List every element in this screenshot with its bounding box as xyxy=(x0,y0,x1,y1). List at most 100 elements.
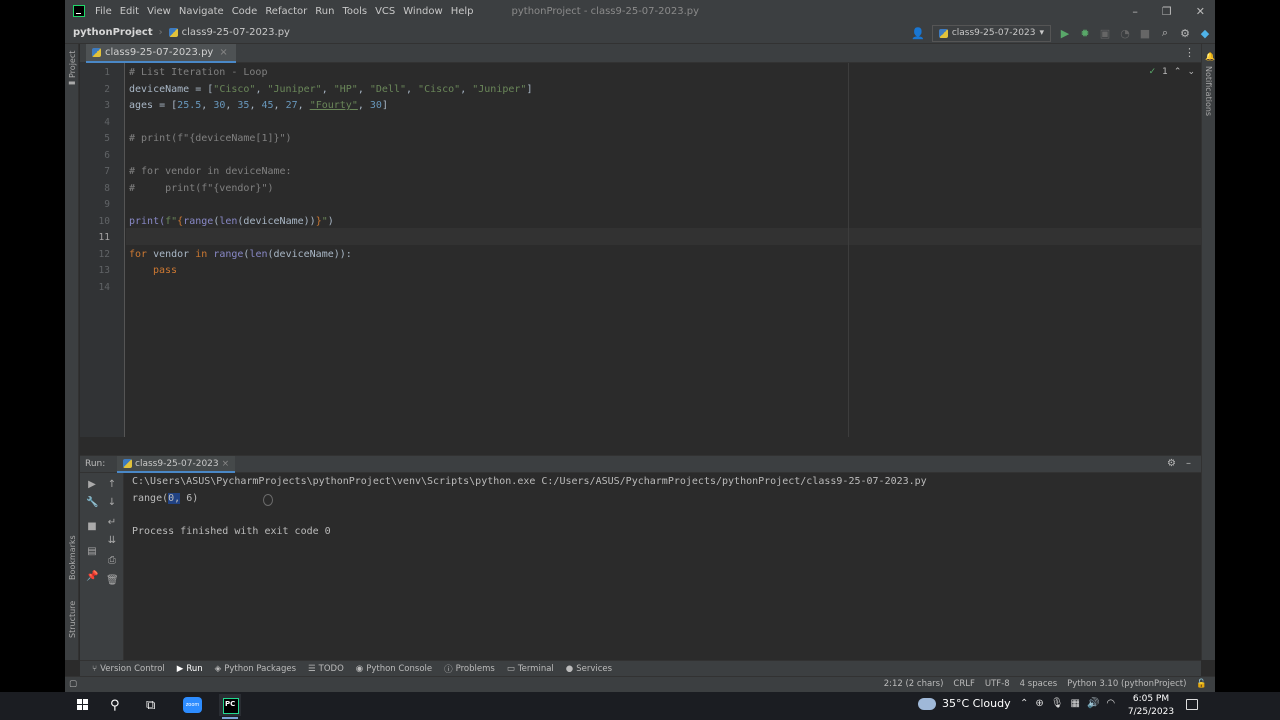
builtin-token: print( xyxy=(129,215,166,227)
scroll-to-end-icon[interactable]: ⇊ xyxy=(106,535,118,546)
restore-icon[interactable]: ❐ xyxy=(1162,5,1172,18)
weather-widget[interactable]: 35°C Cloudy xyxy=(918,697,1011,710)
breadcrumb-file[interactable]: class9-25-07-2023.py xyxy=(182,27,290,38)
search-icon[interactable]: ⚲ xyxy=(110,698,120,713)
tab-todo[interactable]: ☰ TODO xyxy=(308,664,344,674)
menu-file[interactable]: File xyxy=(95,6,112,17)
wifi-icon[interactable]: ◠ xyxy=(1106,698,1115,709)
chevron-up-icon[interactable]: ⌃ xyxy=(1020,698,1028,709)
menu-help[interactable]: Help xyxy=(451,6,474,17)
tab-problems[interactable]: ⓘ Problems xyxy=(444,663,495,675)
comment-token: # print(f"{vendor}") xyxy=(129,182,274,194)
run-icon[interactable]: ▶ xyxy=(1059,27,1071,40)
system-tray: ⌃ ⊕ 🎙 ▦ 🔊 ◠ xyxy=(1020,698,1115,709)
search-icon[interactable]: ⌕ xyxy=(1159,26,1171,39)
string-token: f" xyxy=(165,215,178,227)
run-configuration-select[interactable]: class9-25-07-2023 ▾ xyxy=(931,24,1051,42)
left-tool-strip: Project ▬ Bookmarks Structure xyxy=(65,44,79,660)
tab-label: Run xyxy=(186,663,203,674)
tab-services[interactable]: ● Services xyxy=(566,664,612,674)
microphone-icon[interactable]: 🎙 xyxy=(1051,698,1064,709)
ide-features-icon[interactable]: ◆ xyxy=(1199,27,1211,40)
close-tab-icon[interactable]: × xyxy=(219,47,227,58)
menu-code[interactable]: Code xyxy=(232,6,258,17)
network-icon[interactable]: ▦ xyxy=(1070,698,1079,709)
task-view-icon[interactable]: ⧉ xyxy=(146,698,155,713)
keyword-token: in xyxy=(195,248,208,260)
notifications-bell-icon[interactable]: 🔔 xyxy=(1205,52,1215,61)
bookmarks-tool-button[interactable]: Bookmarks xyxy=(68,535,77,580)
menu-window[interactable]: Window xyxy=(403,6,442,17)
rerun-icon[interactable]: ▶ xyxy=(86,479,98,490)
minimize-icon[interactable]: – xyxy=(1132,5,1138,18)
caret-position[interactable]: 2:12 (2 chars) xyxy=(884,679,944,689)
tab-run[interactable]: ▶ Run xyxy=(177,664,203,674)
python-interpreter[interactable]: Python 3.10 (pythonProject) xyxy=(1067,679,1186,689)
code-text[interactable]: # List Iteration - Loop deviceName = ["C… xyxy=(129,63,1179,437)
menu-navigate[interactable]: Navigate xyxy=(179,6,224,17)
close-icon[interactable]: ✕ xyxy=(1196,5,1205,18)
menu-view[interactable]: View xyxy=(147,6,171,17)
wrench-icon[interactable]: 🔧 xyxy=(86,497,98,508)
trash-icon[interactable]: 🗑 xyxy=(106,575,119,586)
lock-icon[interactable]: 🔓 xyxy=(1196,679,1207,689)
layout-toggle-icon[interactable]: ▢ xyxy=(69,679,77,689)
pycharm-taskbar-icon[interactable] xyxy=(219,694,241,716)
line-separator[interactable]: CRLF xyxy=(953,679,974,689)
code-editor[interactable]: 1 2 3 4 5 6 7 8 9 10 11 12 13 14 ✓ 1 ⌃ ⌄… xyxy=(80,63,1201,437)
chevron-down-icon[interactable]: ⌄ xyxy=(1187,67,1195,77)
notifications-tool-button[interactable]: Notifications xyxy=(1204,66,1213,116)
gear-icon[interactable]: ⚙ xyxy=(1167,458,1176,469)
down-arrow-icon[interactable]: ↓ xyxy=(106,497,118,508)
breadcrumb-project[interactable]: pythonProject xyxy=(73,27,153,38)
tab-python-packages[interactable]: ◈ Python Packages xyxy=(215,664,296,674)
hide-panel-icon[interactable]: – xyxy=(1186,458,1191,469)
user-icon[interactable]: 👤 xyxy=(911,27,925,40)
tab-terminal[interactable]: ▭ Terminal xyxy=(507,664,554,674)
file-encoding[interactable]: UTF-8 xyxy=(985,679,1010,689)
code-token: vendor xyxy=(147,248,196,260)
menu-tools[interactable]: Tools xyxy=(342,6,367,17)
menu-refactor[interactable]: Refactor xyxy=(265,6,307,17)
tab-class9-file[interactable]: class9-25-07-2023.py × xyxy=(86,44,236,63)
folder-icon[interactable]: ▬ xyxy=(68,78,76,87)
code-token: (deviceName)) xyxy=(237,215,316,227)
tab-label: TODO xyxy=(318,663,344,674)
taskbar-clock[interactable]: 6:05 PM 7/25/2023 xyxy=(1126,693,1176,719)
run-configuration-label: class9-25-07-2023 xyxy=(951,28,1036,38)
stop-icon[interactable]: ■ xyxy=(86,521,98,532)
close-tab-icon[interactable]: × xyxy=(222,459,230,469)
volume-icon[interactable]: 🔊 xyxy=(1087,698,1099,709)
profile-icon[interactable]: ◔ xyxy=(1119,27,1131,40)
python-file-icon xyxy=(168,28,178,37)
debug-icon[interactable]: ✹ xyxy=(1079,27,1091,40)
coverage-icon[interactable]: ▣ xyxy=(1099,27,1111,40)
up-arrow-icon[interactable]: ↑ xyxy=(106,479,118,490)
menu-vcs[interactable]: VCS xyxy=(375,6,395,17)
windows-start-icon[interactable] xyxy=(77,699,89,711)
tab-python-console[interactable]: ◉ Python Console xyxy=(356,664,432,674)
soft-wrap-icon[interactable]: ↵ xyxy=(106,517,118,528)
zoom-app-icon[interactable]: zoom xyxy=(183,697,202,713)
gear-icon[interactable]: ⚙ xyxy=(1179,27,1191,40)
line-number: 11 xyxy=(98,232,110,243)
project-tool-button[interactable]: Project xyxy=(68,51,77,78)
print-icon[interactable]: ⎙ xyxy=(106,555,118,566)
indent-setting[interactable]: 4 spaces xyxy=(1020,679,1057,689)
more-options-icon[interactable]: ⋮ xyxy=(1184,46,1195,59)
notification-center-icon[interactable] xyxy=(1186,699,1198,710)
menu-run[interactable]: Run xyxy=(315,6,334,17)
run-tab[interactable]: class9-25-07-2023 × xyxy=(117,456,236,473)
pin-icon[interactable]: 📌 xyxy=(86,571,98,582)
code-line-3: ages = [25.5, 30, 35, 45, 27, "Fourty", … xyxy=(129,98,388,114)
tab-version-control[interactable]: ⑂ Version Control xyxy=(92,664,165,674)
layout-icon[interactable]: ▤ xyxy=(86,546,98,557)
run-panel: ▶ ↑ 🔧 ↓ ■ ↵ ⇊ ▤ ⎙ 📌 🗑 C:\Users\ASUS\Pych… xyxy=(80,473,1201,660)
meet-now-icon[interactable]: ⊕ xyxy=(1035,698,1043,709)
builtin-token: len xyxy=(249,248,268,260)
menu-edit[interactable]: Edit xyxy=(120,6,139,17)
stop-icon[interactable]: ■ xyxy=(1139,27,1151,40)
cloud-icon xyxy=(918,697,936,710)
structure-tool-button[interactable]: Structure xyxy=(68,601,77,638)
weather-text: 35°C Cloudy xyxy=(942,697,1011,710)
